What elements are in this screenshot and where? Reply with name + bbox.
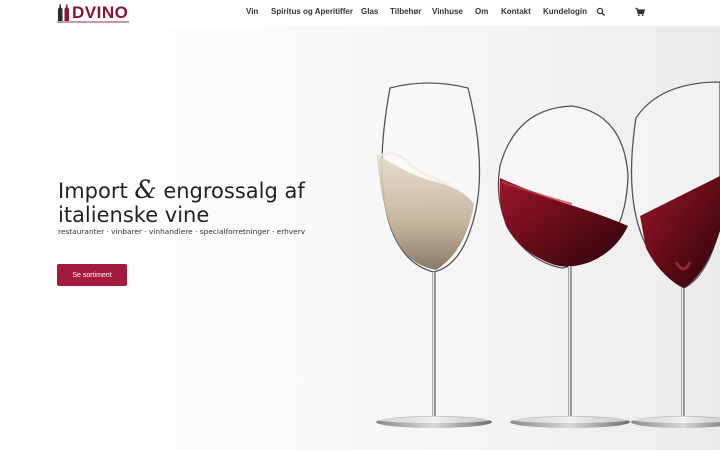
red-wine-glass [497, 105, 630, 428]
main-nav: Vin Spiritus og Aperitiffer Glas Tilbehø… [0, 7, 720, 19]
hero-headline: Import & engrossalg af italienske vine [58, 175, 358, 227]
nav-item-spiritus[interactable]: Spiritus og Aperitiffer [271, 7, 353, 17]
nav-item-tilbehor[interactable]: Tilbehør [390, 7, 421, 17]
red-wine-glass-right [630, 81, 720, 428]
nav-item-glas[interactable]: Glas [361, 7, 378, 17]
hero-section: Import & engrossalg af italienske vine r… [0, 26, 720, 450]
headline-part1: Import [58, 179, 135, 203]
nav-item-vin[interactable]: Vin [246, 7, 258, 17]
nav-item-om[interactable]: Om [475, 7, 488, 17]
hero-subline: restauranter · vinbarer · vinhandlere · … [58, 227, 306, 236]
logo-underline [57, 21, 129, 23]
nav-item-kundelogin[interactable]: Kundelogin [543, 7, 587, 17]
search-icon[interactable] [596, 7, 606, 17]
see-assortment-button[interactable]: Se sortiment [57, 264, 127, 286]
nav-item-vinhuse[interactable]: Vinhuse [432, 7, 463, 17]
nav-item-kontakt[interactable]: Kontakt [501, 7, 531, 17]
headline-line2: italienske vine [58, 203, 210, 227]
cart-icon[interactable] [635, 7, 645, 17]
wine-glasses-image [376, 81, 720, 428]
site-header: DVINO Vin Spiritus og Aperitiffer Glas T… [0, 0, 720, 26]
white-wine-glass [376, 82, 492, 428]
headline-part2: engrossalg af [156, 179, 305, 203]
headline-ampersand: & [134, 175, 157, 204]
